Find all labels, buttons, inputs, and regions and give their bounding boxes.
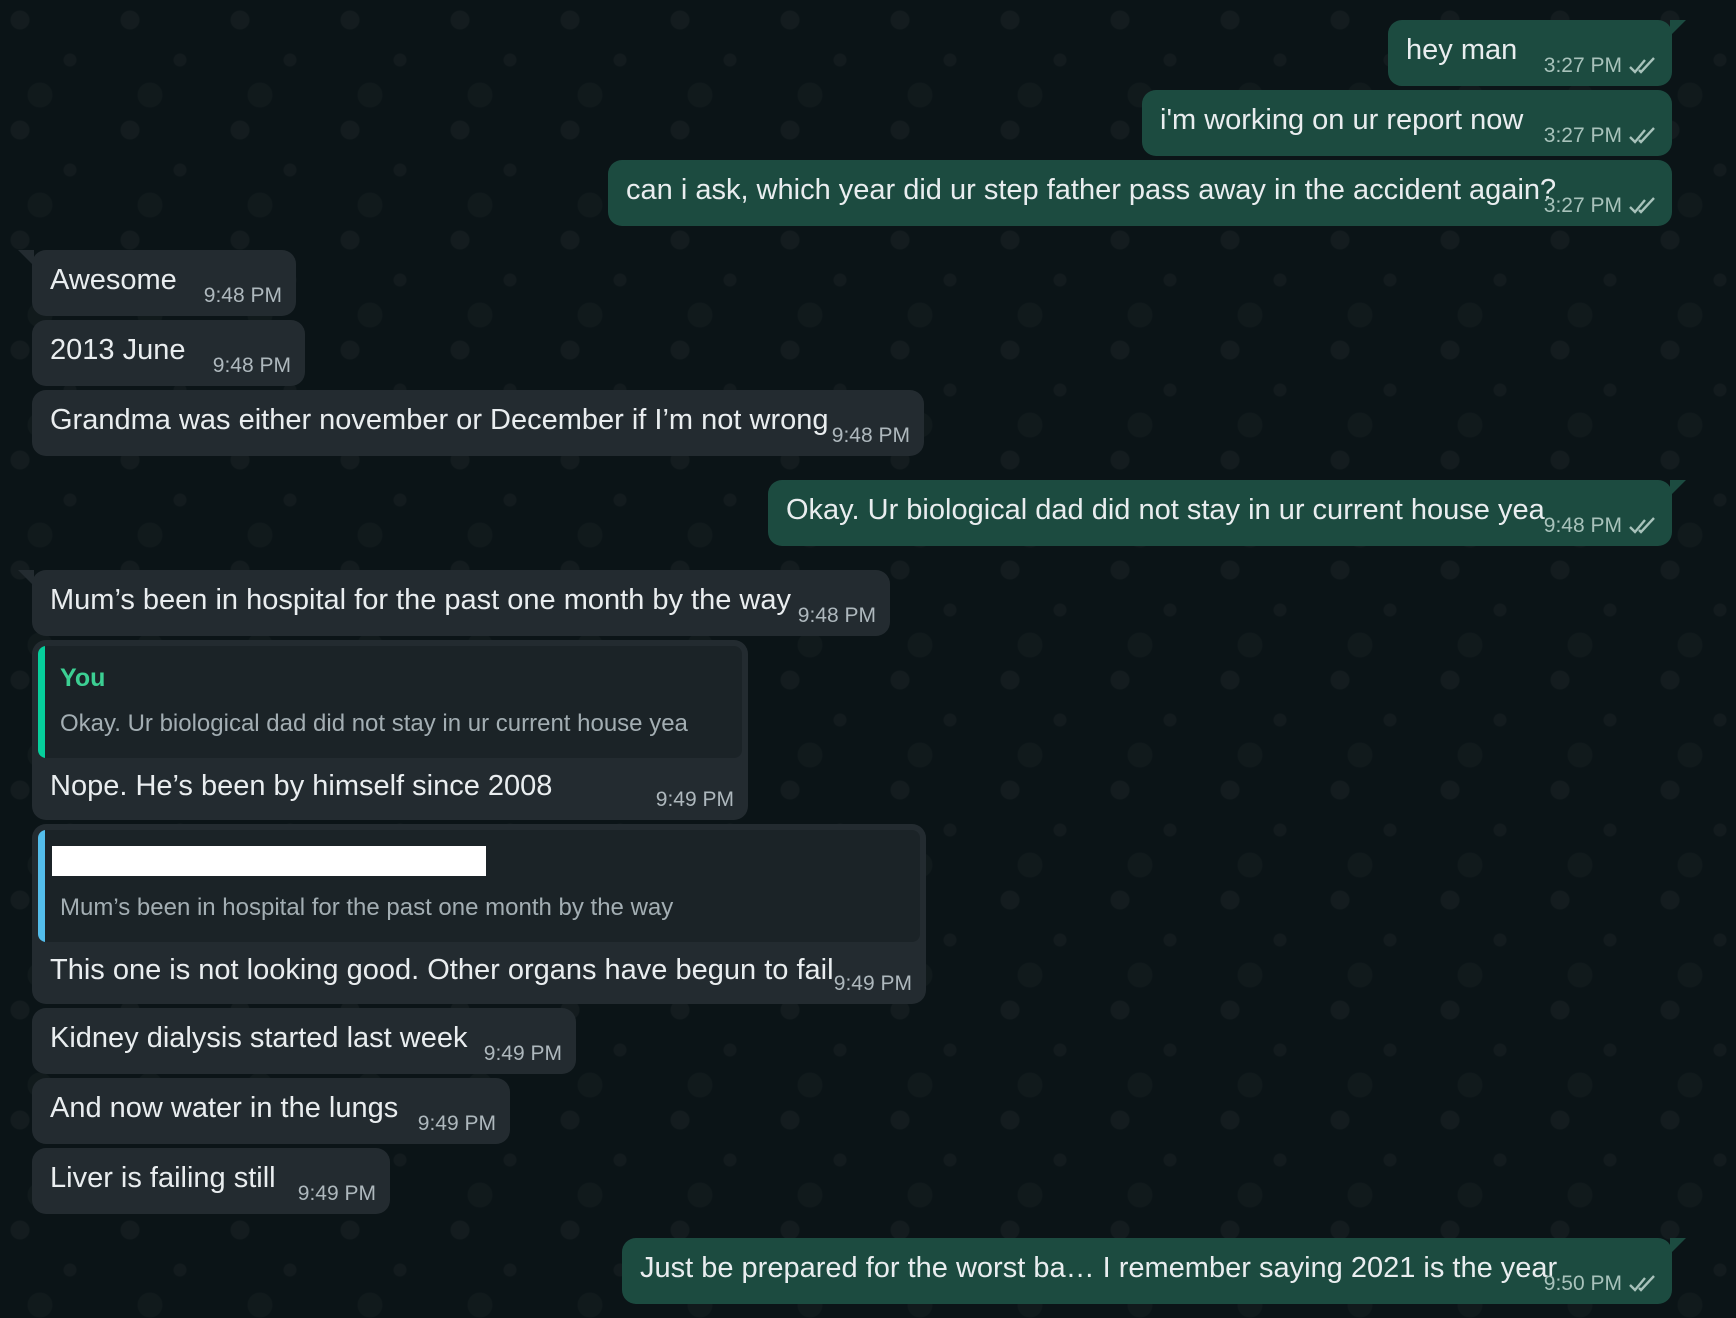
message-time: 3:27 PM [1543,54,1622,77]
incoming-message[interactable]: 2013 June 9:48 PM [32,320,305,386]
incoming-reply-message[interactable]: You Okay. Ur biological dad did not stay… [32,640,748,820]
double-check-read-icon [1628,516,1658,536]
quote-accent-bar [38,646,45,758]
message-time: 9:48 PM [797,604,876,627]
double-check-read-icon [1628,126,1658,146]
incoming-message[interactable]: And now water in the lungs 9:49 PM [32,1078,510,1144]
message-text: Okay. Ur biological dad did not stay in … [786,494,1545,526]
double-check-read-icon [1628,56,1658,76]
redacted-author-block [52,846,486,876]
message-time: 9:48 PM [203,284,282,307]
message-meta: 3:27 PM [1544,55,1658,76]
message-time: 9:48 PM [212,354,291,377]
message-meta: 3:27 PM [1544,195,1658,216]
message-time: 3:27 PM [1543,194,1622,217]
message-meta: 9:48 PM [832,425,910,446]
message-time: 9:49 PM [483,1042,562,1065]
quote-accent-bar [38,830,45,942]
message-time: 9:49 PM [833,972,912,995]
message-meta: 9:49 PM [834,973,912,994]
message-text: Nope. He’s been by himself since 2008 [50,770,553,802]
message-meta: 9:48 PM [798,605,876,626]
double-check-read-icon [1628,1274,1658,1294]
quoted-message[interactable]: Mum’s been in hospital for the past one … [38,830,920,942]
message-meta: 9:48 PM [213,355,291,376]
incoming-message[interactable]: Liver is failing still 9:49 PM [32,1148,390,1214]
outgoing-message[interactable]: Just be prepared for the worst ba… I rem… [622,1238,1686,1304]
message-meta: 9:49 PM [484,1043,562,1064]
outgoing-message[interactable]: i'm working on ur report now 3:27 PM [1142,90,1672,156]
outgoing-message[interactable]: hey man 3:27 PM [1388,20,1686,86]
message-meta: 9:48 PM [204,285,282,306]
incoming-message[interactable]: Kidney dialysis started last week 9:49 P… [32,1008,576,1074]
incoming-message[interactable]: Grandma was either november or December … [32,390,924,456]
message-text: Mum’s been in hospital for the past one … [50,584,792,616]
message-time: 9:50 PM [1543,1272,1622,1295]
message-text: 2013 June [50,334,186,366]
message-text: can i ask, which year did ur step father… [626,174,1557,206]
message-time: 3:27 PM [1543,124,1622,147]
incoming-reply-message[interactable]: Mum’s been in hospital for the past one … [32,824,926,1004]
message-text: Liver is failing still [50,1162,276,1194]
message-text: Awesome [50,264,177,296]
quote-text: Mum’s been in hospital for the past one … [60,894,674,921]
message-text: Kidney dialysis started last week [50,1022,468,1054]
double-check-read-icon [1628,196,1658,216]
message-text: Just be prepared for the worst ba… I rem… [640,1252,1558,1284]
message-time: 9:48 PM [1543,514,1622,537]
message-meta: 3:27 PM [1544,125,1658,146]
outgoing-message[interactable]: can i ask, which year did ur step father… [608,160,1672,226]
quote-author: You [60,664,106,692]
incoming-message[interactable]: Mum’s been in hospital for the past one … [18,570,890,636]
message-meta: 9:48 PM [1544,515,1658,536]
quoted-message[interactable]: You Okay. Ur biological dad did not stay… [38,646,742,758]
message-meta: 9:49 PM [298,1183,376,1204]
message-meta: 9:50 PM [1544,1273,1658,1294]
quote-text: Okay. Ur biological dad did not stay in … [60,710,688,737]
incoming-message[interactable]: Awesome 9:48 PM [18,250,296,316]
message-time: 9:49 PM [655,788,734,811]
message-text: And now water in the lungs [50,1092,399,1124]
message-meta: 9:49 PM [418,1113,496,1134]
message-time: 9:49 PM [297,1182,376,1205]
message-time: 9:49 PM [417,1112,496,1135]
message-text: Grandma was either november or December … [50,404,829,436]
message-text: i'm working on ur report now [1160,104,1524,136]
message-text: This one is not looking good. Other orga… [50,954,834,986]
message-time: 9:48 PM [831,424,910,447]
message-meta: 9:49 PM [656,789,734,810]
outgoing-message[interactable]: Okay. Ur biological dad did not stay in … [768,480,1686,546]
message-text: hey man [1406,34,1518,66]
